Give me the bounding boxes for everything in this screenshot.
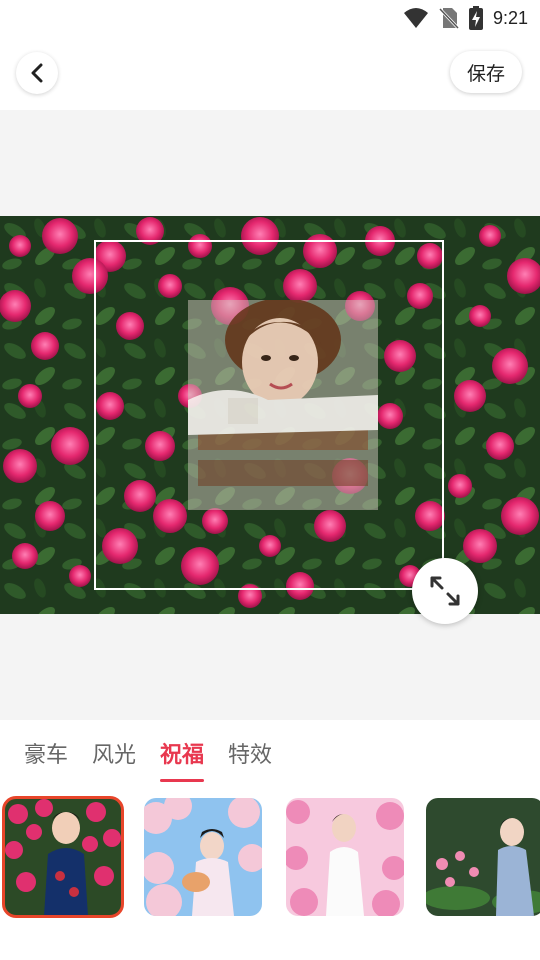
back-button[interactable] (16, 52, 58, 94)
no-sim-icon (438, 7, 459, 29)
status-bar: 9:21 (0, 0, 540, 36)
resize-handle[interactable] (412, 558, 478, 624)
tab-luxury-car[interactable]: 豪车 (24, 736, 68, 776)
template-thumb-pink-flower[interactable] (286, 798, 404, 916)
top-bar: 保存 (0, 36, 540, 110)
editor-canvas (0, 110, 540, 720)
template-thumb-lotus[interactable] (426, 798, 540, 916)
tab-blessing[interactable]: 祝福 (160, 736, 205, 782)
category-tabs: 豪车 风光 祝福 特效 (24, 736, 272, 782)
wifi-icon (403, 8, 428, 28)
status-time: 9:21 (492, 7, 528, 28)
tab-scenery[interactable]: 风光 (92, 736, 136, 776)
battery-charging-icon (468, 6, 483, 30)
template-list (0, 796, 540, 920)
expand-arrows-icon (430, 576, 460, 606)
status-icons: 9:21 (403, 6, 528, 30)
crop-frame[interactable] (94, 240, 444, 590)
template-thumb-cherry-blossom[interactable] (144, 798, 262, 916)
template-thumb-rose-qipao[interactable] (2, 796, 124, 918)
chevron-left-icon (31, 63, 43, 83)
background-photo (0, 216, 540, 614)
save-button[interactable]: 保存 (450, 51, 522, 93)
tab-effects[interactable]: 特效 (228, 736, 272, 776)
